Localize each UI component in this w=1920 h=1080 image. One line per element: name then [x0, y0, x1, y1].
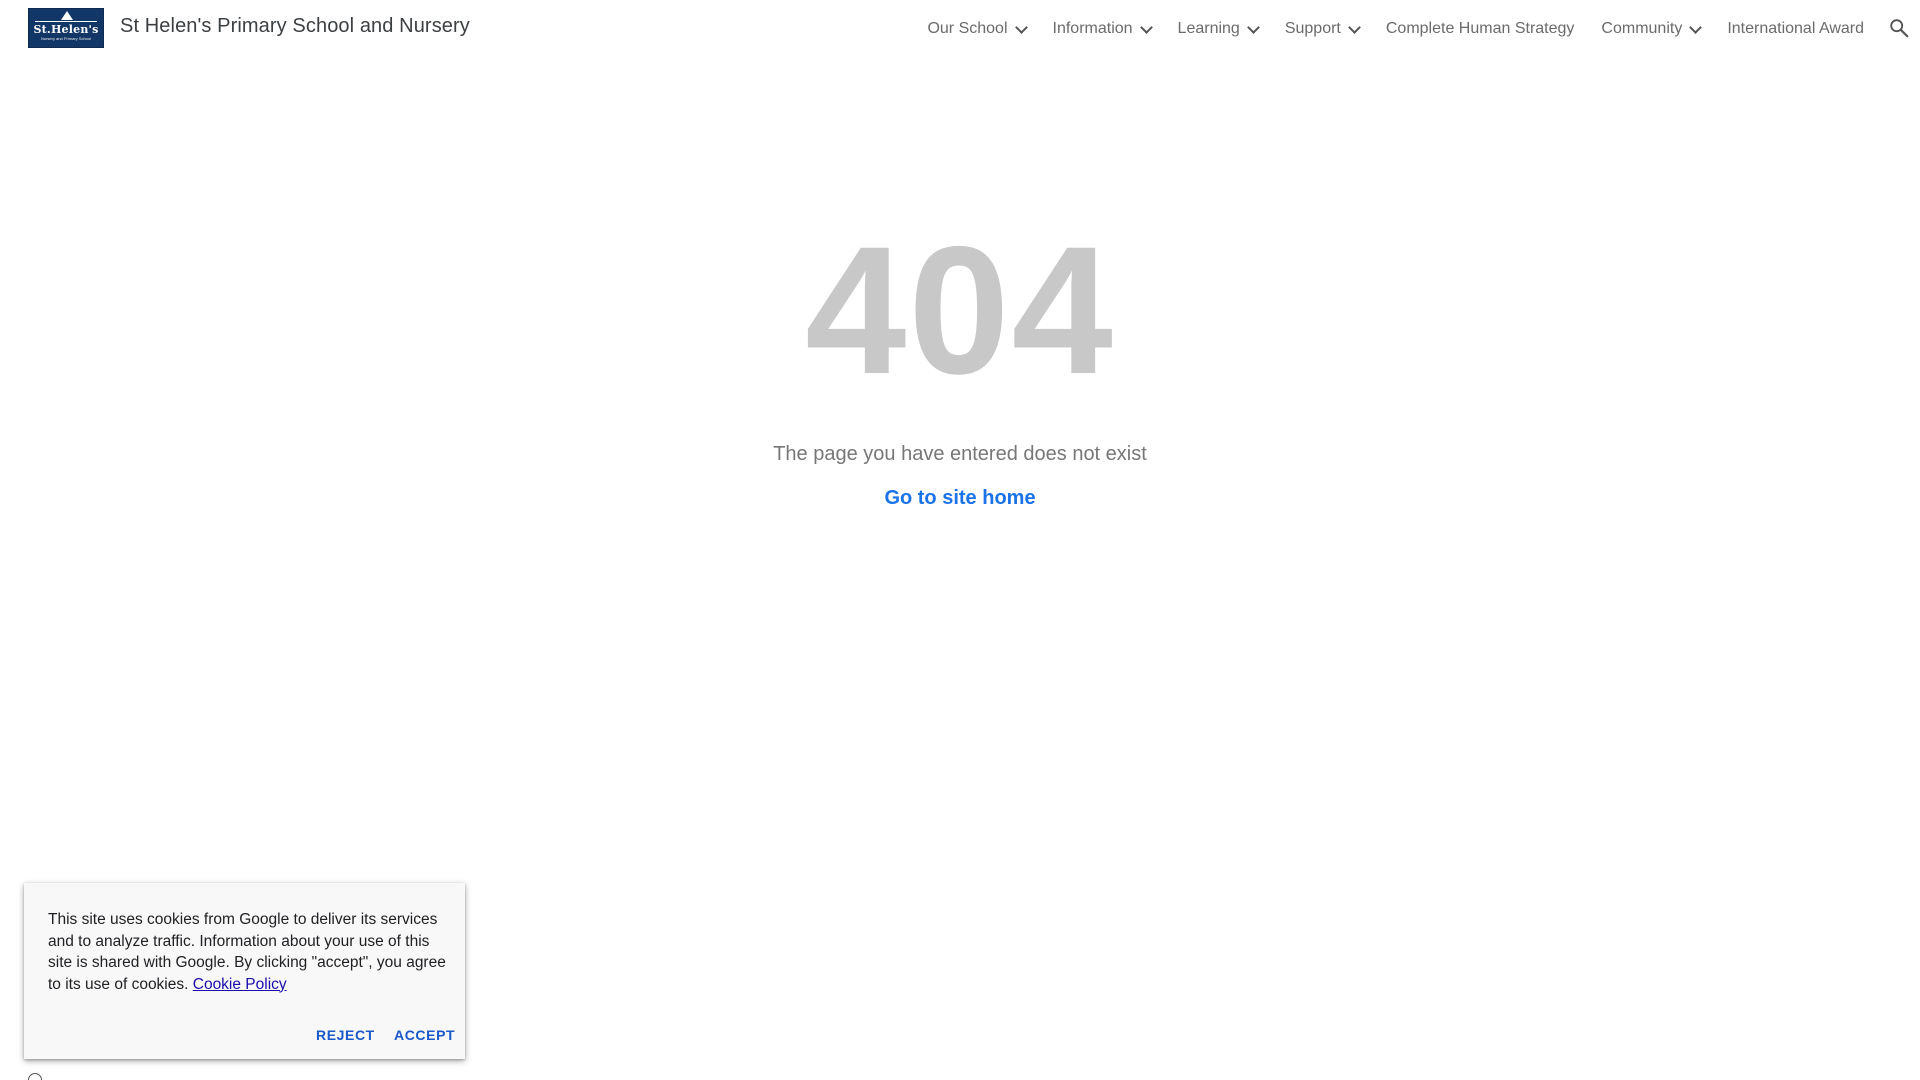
logo-divider	[35, 21, 97, 22]
nav-item-label: Our School	[927, 20, 1008, 37]
cookie-text-block: This site uses cookies from Google to de…	[48, 909, 448, 995]
site-header: St.Helen's Nursery and Primary School St…	[0, 0, 1920, 58]
site-title[interactable]: St Helen's Primary School and Nursery	[120, 15, 470, 38]
nav-item-label: Support	[1284, 20, 1341, 37]
nav-item-community[interactable]: Community	[1601, 17, 1703, 41]
error-code: 404	[805, 208, 1115, 412]
logo-text: St.Helen's	[33, 22, 99, 36]
nav-item-label: Community	[1601, 20, 1683, 37]
nav-item-complete-human-strategy[interactable]: Complete Human Strategy	[1386, 17, 1575, 41]
page: St.Helen's Nursery and Primary School St…	[0, 0, 1920, 1080]
logo-mark-icon	[61, 11, 73, 20]
home-link-wrapper: Go to site home	[0, 487, 1920, 510]
logo-subtext: Nursery and Primary School	[40, 35, 92, 41]
info-icon[interactable]	[28, 1073, 42, 1080]
main-nav: Our School Information Learning Support …	[900, 17, 1864, 41]
nav-item-international-award[interactable]: International Award	[1727, 17, 1864, 41]
nav-item-our-school[interactable]: Our School	[927, 17, 1028, 41]
chevron-down-icon[interactable]	[1014, 20, 1028, 34]
go-to-site-home-link[interactable]: Go to site home	[884, 487, 1035, 509]
nav-item-support[interactable]: Support	[1284, 17, 1361, 41]
school-logo[interactable]: St.Helen's Nursery and Primary School	[28, 8, 104, 48]
nav-item-label: Learning	[1177, 20, 1240, 37]
cookie-banner: This site uses cookies from Google to de…	[24, 883, 465, 1059]
chevron-down-icon[interactable]	[1348, 20, 1361, 34]
nav-item-learning[interactable]: Learning	[1177, 17, 1260, 41]
nav-item-label: International Award	[1727, 20, 1864, 37]
nav-item-label: Information	[1052, 20, 1133, 37]
nav-item-information[interactable]: Information	[1052, 17, 1153, 41]
search-icon[interactable]	[1888, 17, 1910, 39]
nav-item-label: Complete Human Strategy	[1385, 20, 1575, 37]
accept-button[interactable]: ACCEPT	[394, 1027, 455, 1043]
chevron-down-icon[interactable]	[1246, 20, 1260, 34]
error-message: The page you have entered does not exist	[773, 443, 1147, 465]
cookie-policy-link[interactable]: Cookie Policy	[193, 976, 287, 993]
chevron-down-icon[interactable]	[1689, 20, 1703, 34]
reject-button[interactable]: REJECT	[316, 1027, 375, 1043]
chevron-down-icon[interactable]	[1139, 20, 1153, 34]
